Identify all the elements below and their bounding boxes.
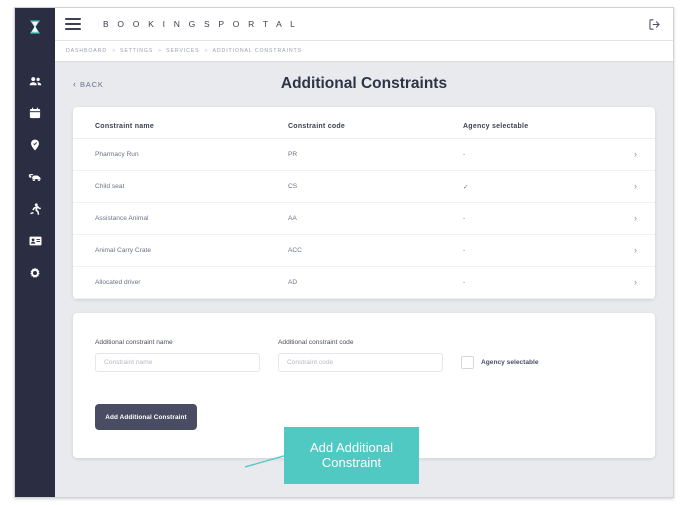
location-pin-icon (29, 139, 41, 151)
column-header-agency-selectable: Agency selectable (463, 123, 529, 130)
chevron-right-icon[interactable]: › (634, 182, 637, 191)
column-header-actions (617, 117, 655, 139)
breadcrumb-separator: > (111, 48, 115, 54)
agency-selectable-label: Agency selectable (481, 359, 539, 366)
running-person-icon (29, 202, 41, 216)
cell-actions: › (617, 267, 655, 299)
sidebar-item-vehicles[interactable] (22, 164, 48, 190)
cell-actions: › (617, 171, 655, 203)
main-pane: B O O K I N G S P O R T A L DASHBOARD > … (55, 8, 673, 497)
constraint-code-field-group: Additional constraint code (278, 339, 443, 372)
table-header-row: Constraint name Constraint code Agency s… (73, 117, 655, 139)
breadcrumb-item-additional-constraints: ADDITIONAL CONSTRAINTS (212, 48, 302, 54)
back-button[interactable]: ‹ BACK (73, 78, 104, 89)
agency-selectable-checkbox[interactable] (461, 356, 474, 369)
callout-line-1: Add Additional (309, 439, 394, 455)
constraint-name-input[interactable] (95, 353, 260, 372)
cell-constraint-name: Assistance Animal (95, 215, 149, 222)
app-window: B O O K I N G S P O R T A L DASHBOARD > … (14, 7, 674, 498)
callout-connector-line (245, 454, 287, 468)
constraint-code-label: Additional constraint code (278, 339, 354, 346)
logout-icon[interactable] (648, 18, 661, 31)
users-icon (29, 75, 42, 88)
hamburger-icon[interactable] (65, 18, 81, 30)
chevron-right-icon[interactable]: › (634, 150, 637, 159)
cell-constraint-name: Allocated driver (95, 279, 141, 286)
top-bar: B O O K I N G S P O R T A L (55, 8, 673, 41)
callout-annotation: Add Additional Constraint (284, 427, 419, 484)
table-row[interactable]: Allocated driver AD - › (73, 267, 655, 299)
page-brand-title: B O O K I N G S P O R T A L (103, 19, 299, 29)
cell-actions: › (617, 139, 655, 171)
breadcrumb-item-dashboard[interactable]: DASHBOARD (66, 48, 107, 54)
cell-constraint-code: CS (288, 183, 298, 190)
breadcrumb-separator: > (204, 48, 208, 54)
cell-constraint-code: AA (288, 215, 297, 222)
column-header-constraint-name: Constraint name (95, 123, 154, 130)
chevron-right-icon[interactable]: › (634, 246, 637, 255)
cell-agency-selectable: - (463, 247, 466, 254)
constraint-name-label: Additional constraint name (95, 339, 173, 346)
agency-selectable-checkbox-group: Agency selectable (461, 353, 539, 372)
cell-agency-selectable: ✓ (463, 183, 469, 191)
cell-actions: › (617, 203, 655, 235)
id-card-icon (28, 236, 42, 246)
constraints-table: Constraint name Constraint code Agency s… (73, 117, 655, 299)
sidebar-item-drivers[interactable] (22, 228, 48, 254)
add-additional-constraint-button[interactable]: Add Additional Constraint (95, 404, 197, 430)
constraint-name-field-group: Additional constraint name (95, 339, 260, 372)
breadcrumb-separator: > (158, 48, 162, 54)
page-header: ‹ BACK Additional Constraints (55, 61, 673, 107)
table-row[interactable]: Child seat CS ✓ › (73, 171, 655, 203)
cell-actions: › (617, 235, 655, 267)
back-button-label: BACK (80, 79, 104, 89)
constraint-code-input[interactable] (278, 353, 443, 372)
breadcrumb-item-settings[interactable]: SETTINGS (120, 48, 153, 54)
car-icon (28, 171, 42, 183)
form-row: Additional constraint name Additional co… (95, 339, 633, 372)
table-body: Pharmacy Run PR - › Child seat CS ✓ › As… (73, 139, 655, 299)
constraints-table-card: Constraint name Constraint code Agency s… (73, 107, 655, 299)
table-row[interactable]: Assistance Animal AA - › (73, 203, 655, 235)
sidebar-item-calendar[interactable] (22, 100, 48, 126)
cell-agency-selectable: - (463, 151, 466, 158)
gear-icon (29, 267, 41, 279)
sidebar (15, 8, 55, 497)
cell-constraint-code: PR (288, 151, 298, 158)
chevron-right-icon[interactable]: › (634, 278, 637, 287)
hourglass-logo-icon[interactable] (24, 16, 46, 38)
cell-constraint-code: AD (288, 279, 298, 286)
breadcrumb: DASHBOARD > SETTINGS > SERVICES > ADDITI… (55, 41, 673, 61)
calendar-icon (29, 107, 41, 119)
callout-line-2: Constraint (321, 454, 382, 470)
chevron-left-icon: ‹ (73, 78, 76, 89)
column-header-constraint-code: Constraint code (288, 123, 346, 130)
sidebar-item-settings[interactable] (22, 260, 48, 286)
cell-constraint-name: Animal Carry Crate (95, 247, 152, 254)
cell-agency-selectable: - (463, 279, 466, 286)
cell-constraint-name: Pharmacy Run (95, 151, 139, 158)
cell-agency-selectable: - (463, 215, 466, 222)
chevron-right-icon[interactable]: › (634, 214, 637, 223)
sidebar-item-users[interactable] (22, 68, 48, 94)
table-header: Constraint name Constraint code Agency s… (73, 117, 655, 139)
breadcrumb-item-services[interactable]: SERVICES (166, 48, 199, 54)
sidebar-item-activity[interactable] (22, 196, 48, 222)
callout-annotation-text: Add Additional Constraint (304, 439, 399, 470)
table-row[interactable]: Animal Carry Crate ACC - › (73, 235, 655, 267)
table-row[interactable]: Pharmacy Run PR - › (73, 139, 655, 171)
cell-constraint-name: Child seat (95, 183, 125, 190)
sidebar-item-locations[interactable] (22, 132, 48, 158)
page-title: Additional Constraints (280, 75, 448, 92)
cell-constraint-code: ACC (288, 247, 302, 254)
